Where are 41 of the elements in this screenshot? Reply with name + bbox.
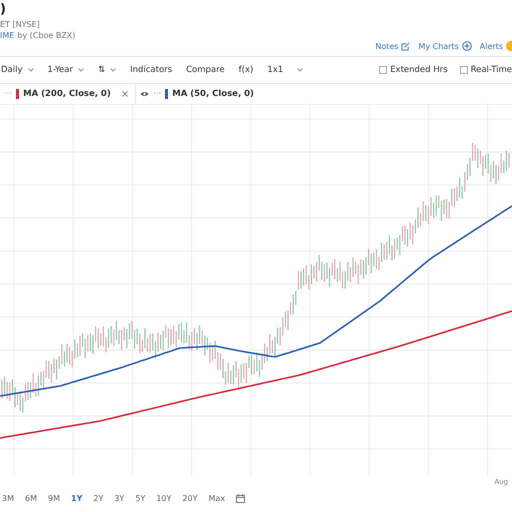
range-button[interactable]: 5Y xyxy=(135,494,146,502)
range-button[interactable]: 1Y xyxy=(71,494,82,502)
range-button[interactable]: 9M xyxy=(48,494,60,502)
toolbar-button[interactable]: Compare xyxy=(186,65,225,75)
toolbar-dropdown[interactable]: 1-Year xyxy=(48,65,84,75)
range-button[interactable]: 3M xyxy=(2,494,14,502)
toolbar-button[interactable]: Indicators xyxy=(130,65,172,75)
header-link[interactable]: Notes xyxy=(375,42,410,50)
checkbox-label: Extended Hrs xyxy=(390,65,448,75)
data-source-label: by (Cboe BZX) xyxy=(17,31,76,40)
caret-icon xyxy=(28,68,34,72)
add-icon xyxy=(462,41,472,51)
range-button[interactable]: 6M xyxy=(25,494,37,502)
range-button[interactable]: 20Y xyxy=(182,494,198,502)
symbol-title: ) xyxy=(0,2,7,18)
alert-badge xyxy=(506,41,512,51)
menu-dots[interactable]: ··· xyxy=(153,89,162,99)
edit-icon xyxy=(401,42,410,50)
close-button[interactable]: × xyxy=(120,88,130,100)
range-button[interactable]: 2Y xyxy=(93,494,104,502)
exchange-label: ET [NYSE] xyxy=(0,20,41,29)
caret-icon[interactable] xyxy=(297,68,304,72)
caret-icon xyxy=(110,68,116,72)
checkbox[interactable] xyxy=(379,66,388,74)
checkbox-label: Real-Time xyxy=(470,65,512,75)
legend-label: MA (50, Close, 0) xyxy=(172,89,254,99)
toolbar-dropdown[interactable]: Daily xyxy=(1,65,34,75)
toolbar-button[interactable]: f(x) xyxy=(238,65,254,75)
range-button[interactable]: Max xyxy=(208,494,226,502)
calendar-icon[interactable] xyxy=(236,494,246,502)
toolbar-dropdown[interactable]: ⇅ xyxy=(98,65,116,75)
realtime-link[interactable]: IME xyxy=(0,31,14,40)
range-button[interactable]: 10Y xyxy=(156,494,172,502)
range-button[interactable]: 3Y xyxy=(114,494,124,502)
header-link[interactable]: My Charts xyxy=(418,41,472,51)
visibility-icon[interactable] xyxy=(140,91,150,97)
legend-label: MA (200, Close, 0) xyxy=(23,89,111,99)
caret-icon xyxy=(78,68,84,72)
toolbar-button[interactable]: 1x1 xyxy=(267,65,284,75)
header-link[interactable]: Alerts xyxy=(480,41,512,51)
checkbox[interactable] xyxy=(460,66,468,74)
